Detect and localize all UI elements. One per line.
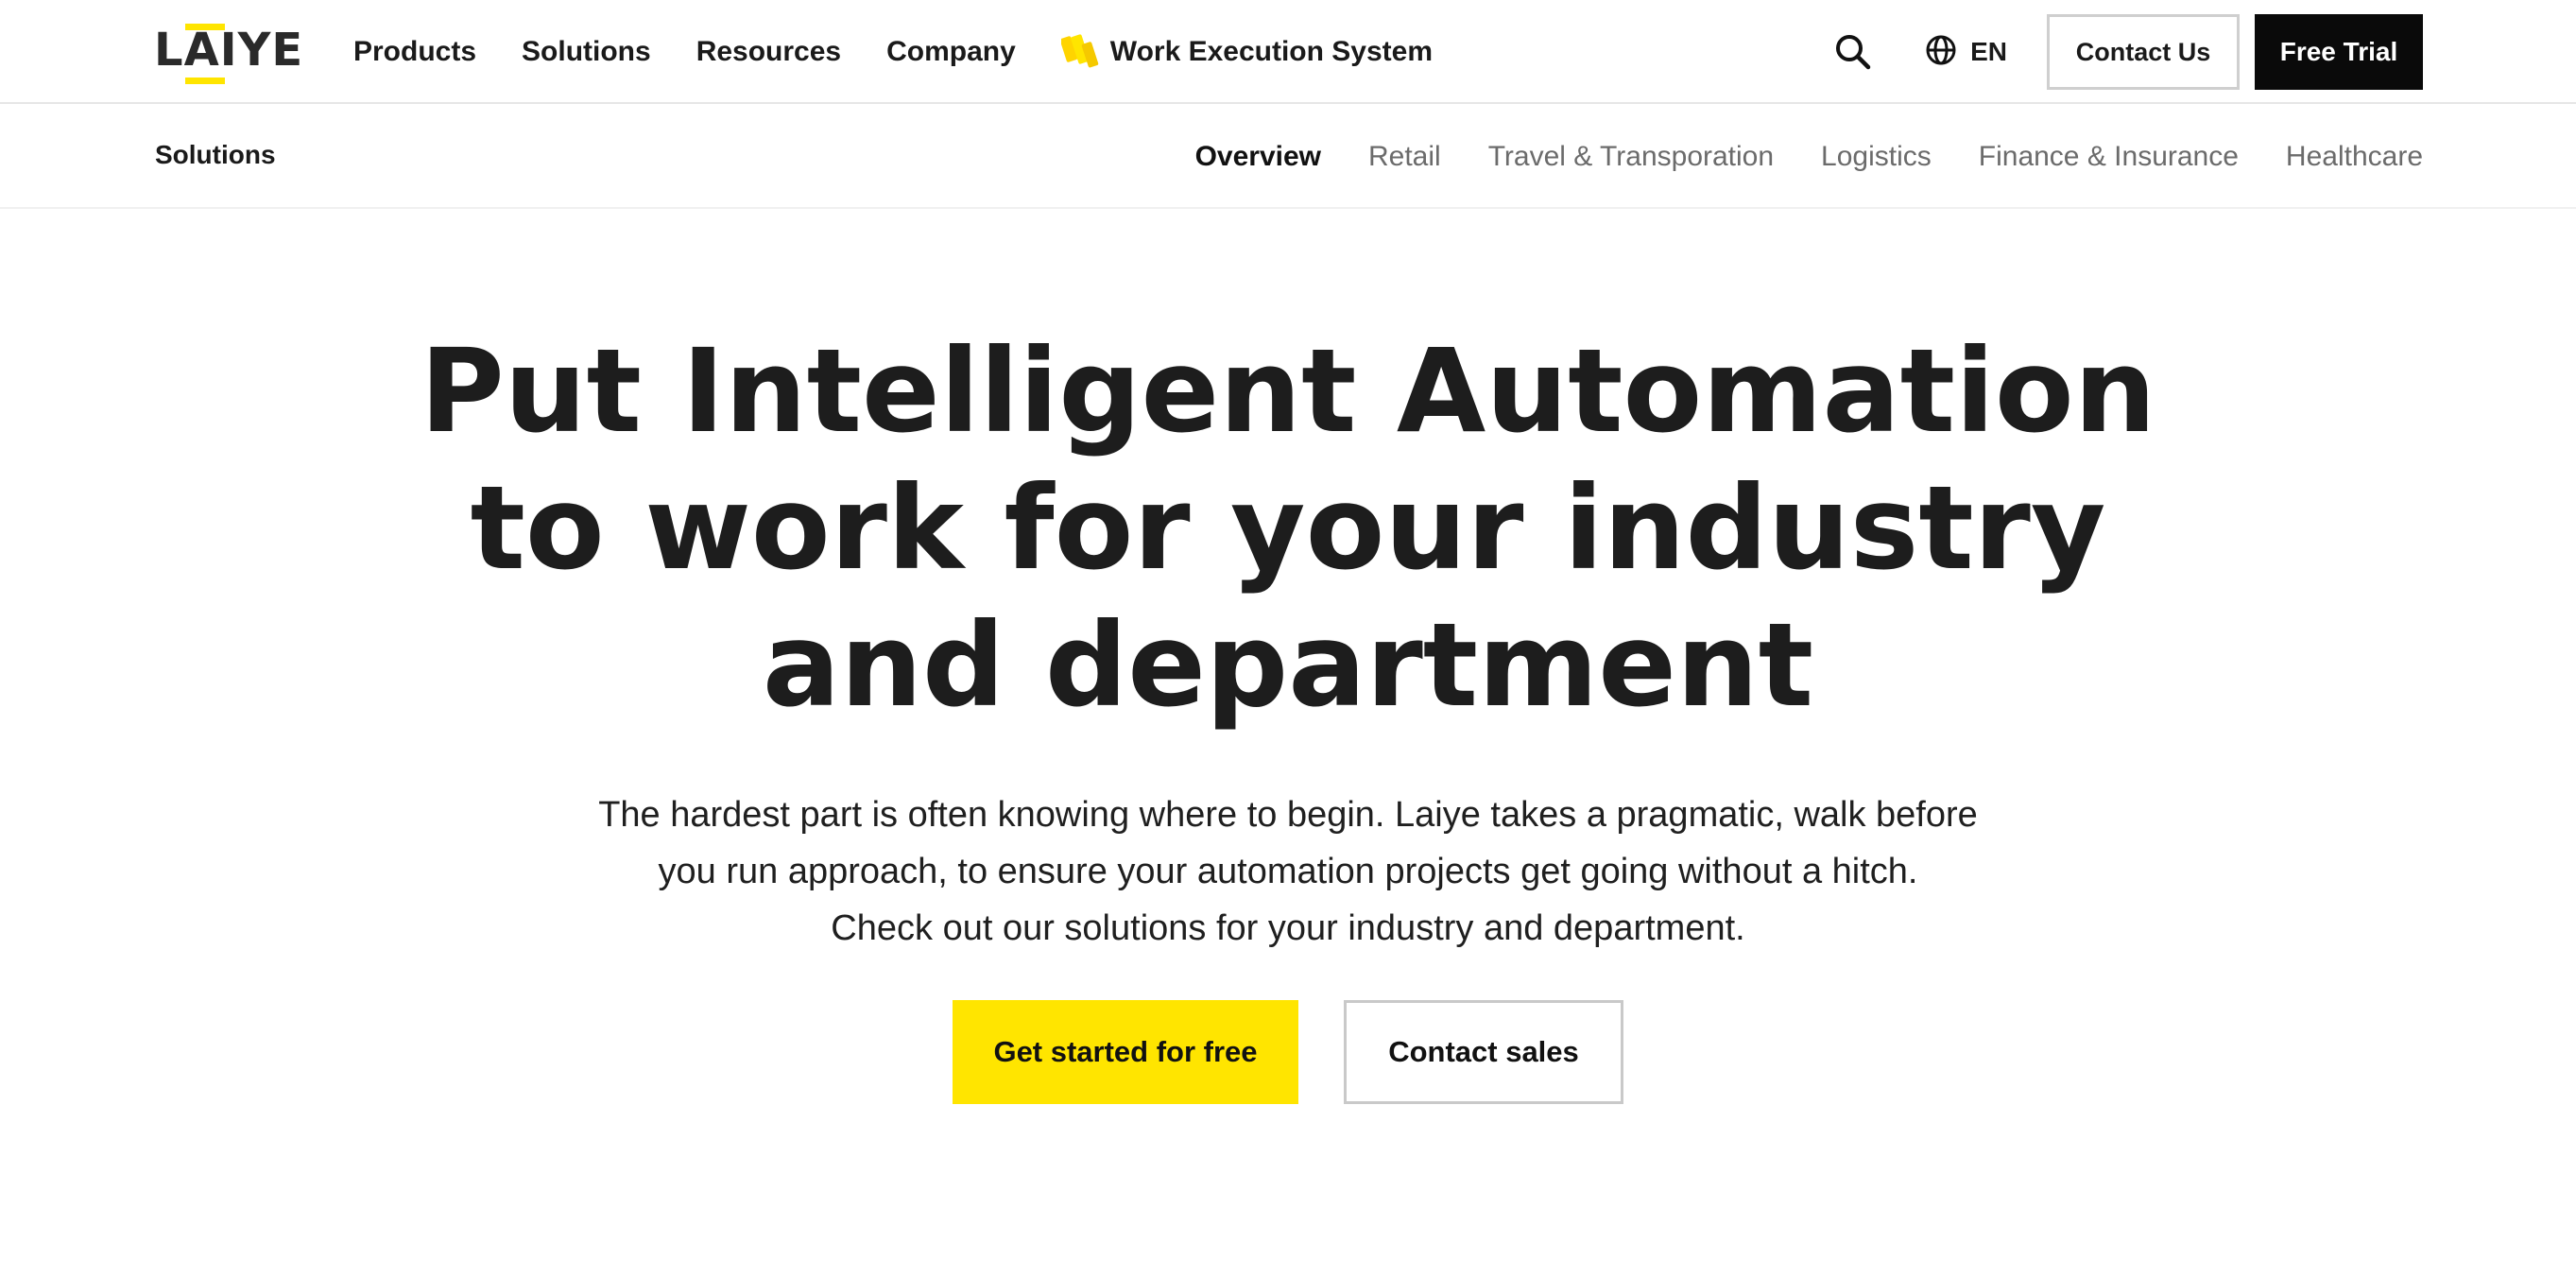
nav-resources[interactable]: Resources xyxy=(696,36,841,68)
nav-work-execution-system[interactable]: Work Execution System xyxy=(1059,31,1434,73)
globe-icon xyxy=(1925,34,1957,71)
tab-overview[interactable]: Overview xyxy=(1195,141,1321,173)
hero-title-line: and department xyxy=(762,598,1814,733)
solutions-subnav: Solutions Overview Retail Travel & Trans… xyxy=(0,104,2576,209)
free-trial-button[interactable]: Free Trial xyxy=(2255,14,2423,90)
tab-finance-insurance[interactable]: Finance & Insurance xyxy=(1979,141,2239,173)
hero-subtitle-line: The hardest part is often knowing where … xyxy=(598,795,1978,835)
wes-label: Work Execution System xyxy=(1109,36,1434,67)
language-label: EN xyxy=(1970,37,2007,66)
logo-text: LAIYE xyxy=(154,24,304,77)
nav-company[interactable]: Company xyxy=(886,36,1016,68)
language-selector[interactable]: EN xyxy=(1925,34,2007,71)
search-icon[interactable] xyxy=(1832,31,1874,73)
nav-products[interactable]: Products xyxy=(353,36,476,68)
contact-sales-button[interactable]: Contact sales xyxy=(1344,1000,1623,1104)
main-nav: Products Solutions Resources Company Wor… xyxy=(353,0,1433,104)
hero-subtitle-line: Check out our solutions for your industr… xyxy=(831,908,1745,948)
nav-solutions[interactable]: Solutions xyxy=(522,36,651,68)
subnav-title: Solutions xyxy=(155,140,276,169)
laiye-logo[interactable]: LAIYE xyxy=(154,21,302,84)
contact-us-button[interactable]: Contact Us xyxy=(2047,14,2240,90)
hero-subtitle: The hardest part is often knowing where … xyxy=(438,786,2138,957)
header-actions: EN Contact Us Free Trial xyxy=(1832,13,2423,91)
subnav-tabs: Overview Retail Travel & Transporation L… xyxy=(1148,104,2423,209)
top-navigation: LAIYE Products Solutions Resources Compa… xyxy=(0,0,2576,104)
hero-title: Put Intelligent Automation to work for y… xyxy=(343,323,2233,734)
tab-healthcare[interactable]: Healthcare xyxy=(2286,141,2423,173)
hero-cta-row: Get started for free Contact sales xyxy=(0,1000,2576,1104)
hero-title-line: Put Intelligent Automation xyxy=(420,324,2156,458)
get-started-button[interactable]: Get started for free xyxy=(953,1000,1298,1104)
tab-retail[interactable]: Retail xyxy=(1368,141,1441,173)
wes-icon xyxy=(1059,31,1099,73)
logo-accent-bar xyxy=(185,78,225,84)
tab-logistics[interactable]: Logistics xyxy=(1821,141,1932,173)
tab-travel-transportation[interactable]: Travel & Transporation xyxy=(1488,141,1774,173)
hero-subtitle-line: you run approach, to ensure your automat… xyxy=(658,852,1918,891)
hero-title-line: to work for your industry xyxy=(470,461,2106,596)
